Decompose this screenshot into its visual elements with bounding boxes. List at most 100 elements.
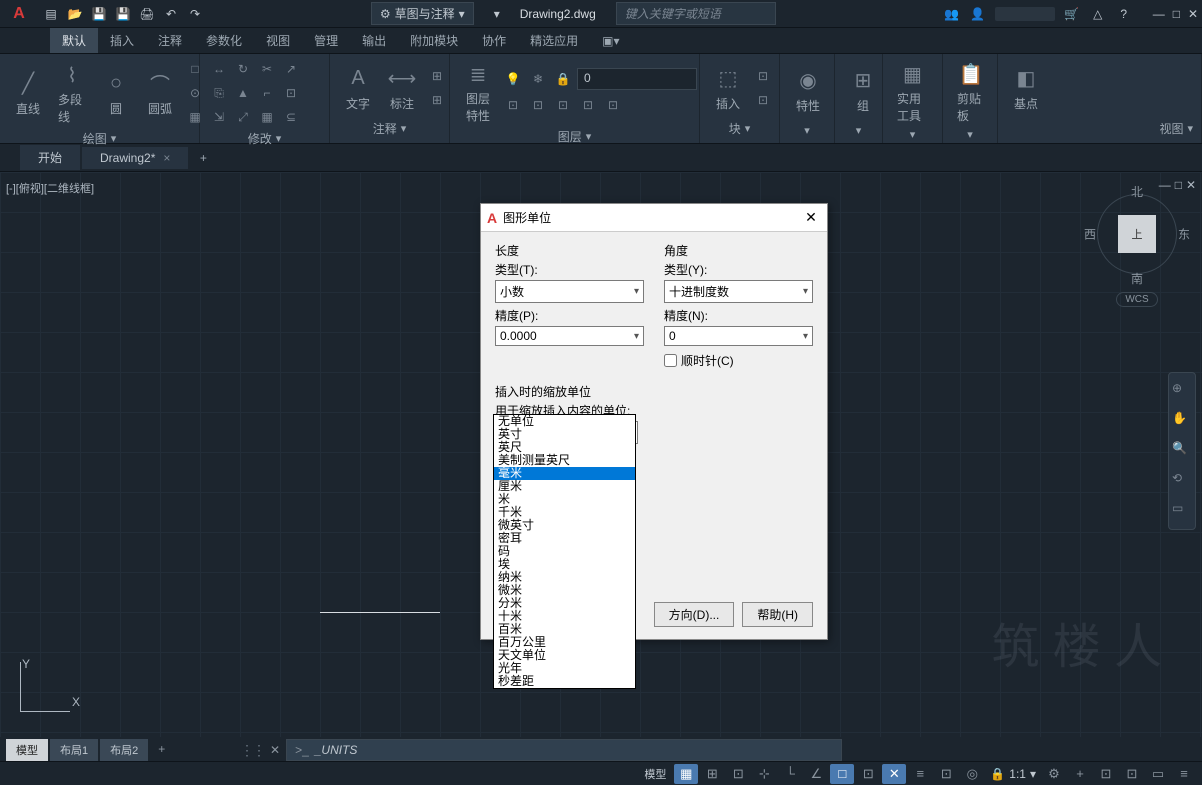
viewport-label[interactable]: [-][俯视][二维线框] xyxy=(6,180,94,196)
doc-tab-start[interactable]: 开始 xyxy=(20,145,80,170)
insert-block-button[interactable]: ⬚插入 xyxy=(708,63,748,114)
close-icon[interactable]: ✕ xyxy=(270,743,280,757)
ribbon-tab-addins[interactable]: 附加模块 xyxy=(398,28,470,53)
ucs-icon[interactable]: Y X xyxy=(20,657,80,717)
tool-icon[interactable]: ⊡ xyxy=(752,89,774,111)
ribbon-tab-default[interactable]: 默认 xyxy=(50,28,98,53)
layout-tab-model[interactable]: 模型 xyxy=(6,739,48,761)
orbit-icon[interactable]: ⟲ xyxy=(1172,471,1192,491)
layer-combo[interactable]: 0 xyxy=(577,68,697,90)
new-icon[interactable]: ▤ xyxy=(42,5,60,23)
ribbon-tab-insert[interactable]: 插入 xyxy=(98,28,146,53)
minimize-icon[interactable]: — xyxy=(1153,7,1165,21)
tool-icon[interactable]: ⊡ xyxy=(552,94,574,116)
new-tab-button[interactable]: + xyxy=(190,151,216,165)
zoom-icon[interactable]: 🔍 xyxy=(1172,441,1192,461)
lineweight-toggle[interactable]: ≡ xyxy=(908,764,932,784)
grid-toggle[interactable]: ▦ xyxy=(674,764,698,784)
unit-option[interactable]: 厘米 xyxy=(494,480,635,493)
close-icon[interactable]: ✕ xyxy=(1186,178,1196,192)
ribbon-tab-expand[interactable]: ▣▾ xyxy=(590,30,631,52)
viewcube-top-face[interactable]: 上 xyxy=(1118,215,1156,253)
length-type-select[interactable]: 小数▾ xyxy=(495,280,644,303)
showmotion-icon[interactable]: ▭ xyxy=(1172,501,1192,521)
monitor-toggle[interactable]: + xyxy=(1068,764,1092,784)
tool-icon[interactable]: ⊡ xyxy=(577,94,599,116)
angle-precision-select[interactable]: 0▾ xyxy=(664,326,813,346)
close-icon[interactable]: × xyxy=(163,151,170,165)
dialog-titlebar[interactable]: A 图形单位 ✕ xyxy=(481,204,827,232)
ribbon-tab-output[interactable]: 输出 xyxy=(350,28,398,53)
help-icon[interactable]: ? xyxy=(1115,5,1133,23)
redo-icon[interactable]: ↷ xyxy=(186,5,204,23)
ribbon-tab-manage[interactable]: 管理 xyxy=(302,28,350,53)
ribbon-tab-parametric[interactable]: 参数化 xyxy=(194,28,254,53)
circle-button[interactable]: ○圆 xyxy=(96,68,136,119)
maximize-icon[interactable]: □ xyxy=(1173,7,1180,21)
tool-icon[interactable]: ⊡ xyxy=(527,94,549,116)
direction-button[interactable]: 方向(D)... xyxy=(654,602,735,627)
infer-toggle[interactable]: ⊡ xyxy=(726,764,750,784)
autodesk-icon[interactable]: △ xyxy=(1089,5,1107,23)
print-icon[interactable]: 🖨 xyxy=(138,5,156,23)
layout-tab-1[interactable]: 布局1 xyxy=(50,739,98,761)
tool-icon[interactable]: ⊡ xyxy=(280,82,302,104)
lock-icon[interactable]: 🔒 xyxy=(552,68,574,90)
dimension-button[interactable]: ⟷标注 xyxy=(382,63,422,114)
bulb-icon[interactable]: 💡 xyxy=(502,68,524,90)
polyline-button[interactable]: ⌇多段线 xyxy=(52,59,92,127)
copy-icon[interactable]: ⎘ xyxy=(208,82,230,104)
app-logo[interactable]: A xyxy=(4,2,34,26)
fillet-icon[interactable]: ⌐ xyxy=(256,82,278,104)
cart-icon[interactable]: 🛒 xyxy=(1063,5,1081,23)
trim-icon[interactable]: ✂ xyxy=(256,58,278,80)
unit-option[interactable]: 秒差距 xyxy=(494,675,635,688)
unit-option[interactable]: 密耳 xyxy=(494,532,635,545)
layout-tab-2[interactable]: 布局2 xyxy=(100,739,148,761)
ribbon-tab-annotate[interactable]: 注释 xyxy=(146,28,194,53)
isolate-toggle[interactable]: ⊡ xyxy=(1094,764,1118,784)
hardware-toggle[interactable]: ⊡ xyxy=(1120,764,1144,784)
ribbon-tab-view[interactable]: 视图 xyxy=(254,28,302,53)
saveas-icon[interactable]: 💾 xyxy=(114,5,132,23)
array-icon[interactable]: ▦ xyxy=(256,106,278,128)
tool-icon[interactable]: ⊡ xyxy=(752,65,774,87)
move-icon[interactable]: ↔ xyxy=(208,58,230,80)
3dosnap-toggle[interactable]: ⊡ xyxy=(856,764,880,784)
customize-toggle[interactable]: ≡ xyxy=(1172,764,1196,784)
pan-icon[interactable]: ✋ xyxy=(1172,411,1192,431)
ortho-toggle[interactable]: └ xyxy=(778,764,802,784)
chevron-down-icon[interactable]: ▾ xyxy=(494,7,500,21)
open-icon[interactable]: 📂 xyxy=(66,5,84,23)
workspace-dropdown[interactable]: ⚙ 草图与注释 ▾ xyxy=(371,2,474,25)
annotation-scale[interactable]: 🔒 1:1 ▾ xyxy=(986,767,1040,781)
polar-toggle[interactable]: ∠ xyxy=(804,764,828,784)
text-button[interactable]: A文字 xyxy=(338,63,378,114)
freeze-icon[interactable]: ❄ xyxy=(527,68,549,90)
save-icon[interactable]: 💾 xyxy=(90,5,108,23)
grip-icon[interactable]: ⋮⋮ xyxy=(240,742,264,759)
tool-icon[interactable]: ⊞ xyxy=(426,89,448,111)
doc-tab-drawing[interactable]: Drawing2*× xyxy=(82,147,188,169)
rotate-icon[interactable]: ↻ xyxy=(232,58,254,80)
line-button[interactable]: ╱直线 xyxy=(8,68,48,119)
stretch-icon[interactable]: ⇲ xyxy=(208,106,230,128)
unit-option[interactable]: 码 xyxy=(494,545,635,558)
command-input[interactable]: >_ _UNITS xyxy=(286,739,842,761)
search-input[interactable]: 键入关键字或短语 xyxy=(616,2,776,25)
transparency-toggle[interactable]: ⊡ xyxy=(934,764,958,784)
clean-toggle[interactable]: ▭ xyxy=(1146,764,1170,784)
share-icon[interactable]: 👥 xyxy=(943,5,961,23)
tool-icon[interactable]: ⊡ xyxy=(502,94,524,116)
command-line[interactable]: ⋮⋮ ✕ >_ _UNITS xyxy=(240,739,842,761)
help-button[interactable]: 帮助(H) xyxy=(742,602,813,627)
wheel-icon[interactable]: ⊕ xyxy=(1172,381,1192,401)
ribbon-tab-featured[interactable]: 精选应用 xyxy=(518,28,590,53)
basepoint-button[interactable]: ◧基点 xyxy=(1006,63,1046,114)
clipboard-button[interactable]: 📋剪贴板 xyxy=(951,58,991,126)
scale-icon[interactable]: ⤢ xyxy=(232,106,254,128)
utilities-button[interactable]: ▦实用工具 xyxy=(891,58,934,126)
tool-icon[interactable]: ⊞ xyxy=(426,65,448,87)
user-icon[interactable]: 👤 xyxy=(969,5,987,23)
dynamic-input-toggle[interactable]: ⊹ xyxy=(752,764,776,784)
